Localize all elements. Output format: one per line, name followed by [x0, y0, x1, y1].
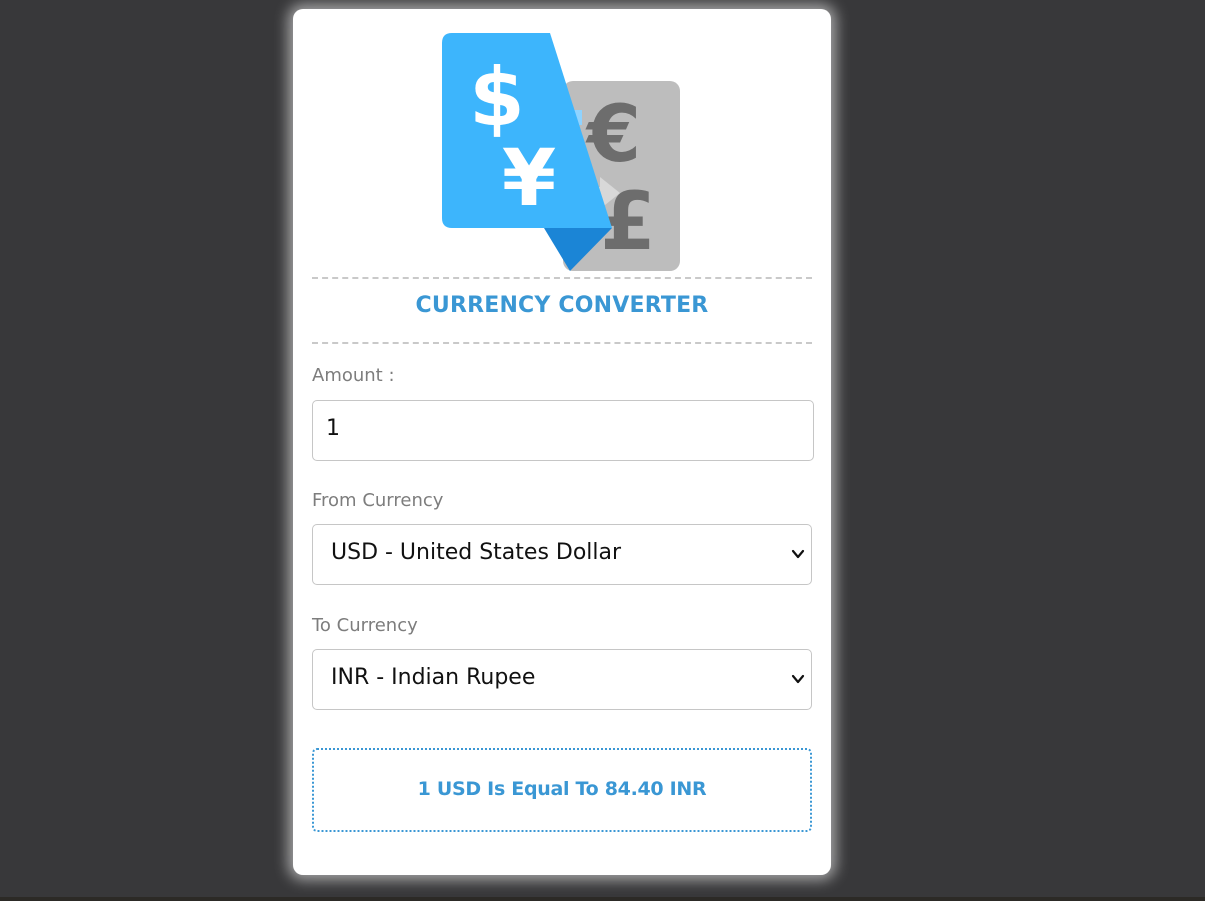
taskbar-edge	[0, 897, 1205, 901]
amount-value: 1	[326, 416, 340, 441]
dollar-icon: $	[469, 51, 525, 144]
conversion-result: 1 USD Is Equal To 84.40 INR	[312, 748, 812, 832]
from-currency-label: From Currency	[312, 490, 444, 511]
currency-exchange-icon: € £ $ ¥	[442, 33, 680, 271]
page-title: CURRENCY CONVERTER	[415, 293, 709, 318]
to-currency-select[interactable]: INR - Indian Rupee	[312, 649, 812, 710]
divider	[312, 342, 812, 344]
yen-icon: ¥	[502, 134, 556, 224]
euro-icon: €	[585, 90, 641, 180]
chevron-down-icon	[791, 674, 805, 684]
result-text: 1 USD Is Equal To 84.40 INR	[417, 778, 707, 800]
to-currency-value: INR - Indian Rupee	[331, 665, 536, 690]
from-currency-select[interactable]: USD - United States Dollar	[312, 524, 812, 585]
to-currency-label: To Currency	[312, 615, 418, 636]
divider	[312, 277, 812, 279]
amount-input[interactable]: 1	[312, 400, 814, 461]
converter-card: € £ $ ¥ CURRENCY CONVERTER Amount : 1 Fr…	[293, 9, 831, 875]
amount-label: Amount :	[312, 365, 395, 386]
from-currency-value: USD - United States Dollar	[331, 540, 622, 565]
chevron-down-icon	[791, 549, 805, 559]
